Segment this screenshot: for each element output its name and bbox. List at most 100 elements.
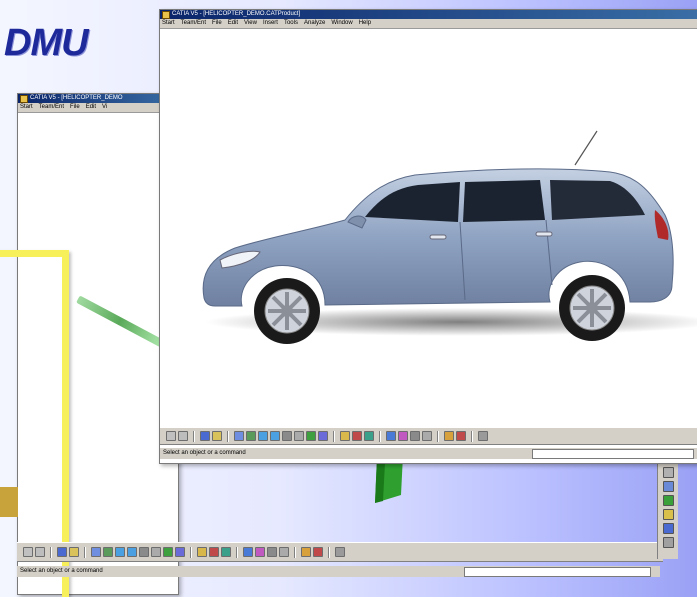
render-icon[interactable]: [175, 547, 185, 557]
catia-app-icon: [162, 10, 170, 19]
measure-icon[interactable]: [212, 431, 222, 441]
menu-start[interactable]: Start: [162, 19, 175, 28]
fit-all-icon[interactable]: [294, 431, 304, 441]
scene-icon[interactable]: [313, 547, 323, 557]
back-window-titlebar: CATIA V5 - [HELICOPTER_DEMO: [18, 94, 178, 103]
spin-icon[interactable]: [301, 547, 311, 557]
toolbar-separator: [50, 546, 52, 558]
rear-wheel: [559, 275, 625, 341]
snap-icon[interactable]: [23, 547, 33, 557]
toolbar-separator: [84, 546, 86, 558]
olive-decoration: [0, 487, 18, 517]
back-menu-file[interactable]: File: [70, 103, 80, 112]
help-icon[interactable]: [478, 431, 488, 441]
rotate-icon[interactable]: [246, 431, 256, 441]
right-icon-strip: [657, 463, 678, 559]
menu-insert[interactable]: Insert: [263, 19, 278, 28]
toolbar-separator: [471, 430, 473, 442]
tree-icon[interactable]: [662, 481, 674, 492]
menu-tools[interactable]: Tools: [284, 19, 298, 28]
compass-icon[interactable]: [221, 547, 231, 557]
back-command-input[interactable]: [464, 567, 651, 577]
toolbar-separator: [379, 430, 381, 442]
menu-view[interactable]: View: [244, 19, 257, 28]
scene-icon[interactable]: [456, 431, 466, 441]
front-window-title: CATIA V5 - [HELICOPTER_DEMO.CATProduct]: [172, 11, 301, 17]
spin-icon[interactable]: [444, 431, 454, 441]
hide-show-icon[interactable]: [340, 431, 350, 441]
front-command-input[interactable]: [532, 449, 694, 459]
back-window-toolbar: [17, 542, 663, 562]
help-icon[interactable]: [335, 547, 345, 557]
car-model: [202, 130, 697, 344]
swap-icon[interactable]: [352, 431, 362, 441]
front-window-titlebar: CATIA V5 - [HELICOPTER_DEMO.CATProduct]: [160, 10, 697, 19]
front-catia-window: CATIA V5 - [HELICOPTER_DEMO.CATProduct] …: [159, 9, 697, 464]
plane-icon[interactable]: [662, 467, 674, 478]
toolbar-separator: [193, 430, 195, 442]
distance-icon[interactable]: [410, 431, 420, 441]
front-window-menubar: Start Team/Ent File Edit View Insert Too…: [160, 19, 697, 29]
measure-icon[interactable]: [69, 547, 79, 557]
back-status-text: Select an object or a command: [20, 568, 103, 574]
menu-edit[interactable]: Edit: [228, 19, 238, 28]
pan-icon[interactable]: [234, 431, 244, 441]
back-menu-team[interactable]: Team/Ent: [39, 103, 64, 112]
catia-app-icon: [20, 94, 28, 103]
compass-icon[interactable]: [364, 431, 374, 441]
front-wheel: [254, 278, 320, 344]
toolbar-separator: [333, 430, 335, 442]
sketch-icon[interactable]: [57, 547, 67, 557]
back-window-title: CATIA V5 - [HELICOPTER_DEMO: [30, 95, 123, 101]
clash-icon[interactable]: [243, 547, 253, 557]
annotate-icon[interactable]: [422, 431, 432, 441]
toolbar-separator: [236, 546, 238, 558]
shading-icon[interactable]: [306, 431, 316, 441]
front-status-text: Select an object or a command: [163, 450, 246, 456]
clash-icon[interactable]: [386, 431, 396, 441]
hide-show-icon[interactable]: [197, 547, 207, 557]
assembly-icon[interactable]: [662, 523, 674, 534]
zoom-out-icon[interactable]: [127, 547, 137, 557]
3d-viewport[interactable]: [160, 30, 697, 417]
back-window-menubar: Start Team/Ent File Edit Vi: [18, 103, 178, 113]
rotate-icon[interactable]: [103, 547, 113, 557]
front-window-statusbar: Select an object or a command: [160, 448, 697, 459]
toolbar-separator: [437, 430, 439, 442]
zoom-in-icon[interactable]: [258, 431, 268, 441]
annotate-icon[interactable]: [279, 547, 289, 557]
snap-icon[interactable]: [166, 431, 176, 441]
fit-all-icon[interactable]: [151, 547, 161, 557]
back-window-statusbar: Select an object or a command: [17, 566, 660, 577]
menu-file[interactable]: File: [212, 19, 222, 28]
shading-icon[interactable]: [163, 547, 173, 557]
section-icon[interactable]: [398, 431, 408, 441]
swap-icon[interactable]: [209, 547, 219, 557]
toolbar-separator: [294, 546, 296, 558]
back-menu-view[interactable]: Vi: [102, 103, 107, 112]
slide-title: DMU: [4, 22, 89, 64]
normal-view-icon[interactable]: [139, 547, 149, 557]
menu-help[interactable]: Help: [359, 19, 371, 28]
menu-team[interactable]: Team/Ent: [181, 19, 206, 28]
zoom-out-icon[interactable]: [270, 431, 280, 441]
select-icon[interactable]: [35, 547, 45, 557]
section-icon[interactable]: [255, 547, 265, 557]
back-menu-edit[interactable]: Edit: [86, 103, 96, 112]
front-window-toolbar: [160, 427, 697, 445]
part-icon[interactable]: [662, 509, 674, 520]
distance-icon[interactable]: [267, 547, 277, 557]
render-icon[interactable]: [318, 431, 328, 441]
menu-window[interactable]: Window: [331, 19, 352, 28]
zoom-in-icon[interactable]: [115, 547, 125, 557]
toolbar-separator: [190, 546, 192, 558]
menu-analyze[interactable]: Analyze: [304, 19, 325, 28]
toolbar-separator: [227, 430, 229, 442]
pan-icon[interactable]: [91, 547, 101, 557]
back-menu-start[interactable]: Start: [20, 103, 33, 112]
sketch-icon[interactable]: [200, 431, 210, 441]
product-icon[interactable]: [662, 495, 674, 506]
normal-view-icon[interactable]: [282, 431, 292, 441]
link-icon[interactable]: [662, 537, 674, 548]
select-icon[interactable]: [178, 431, 188, 441]
